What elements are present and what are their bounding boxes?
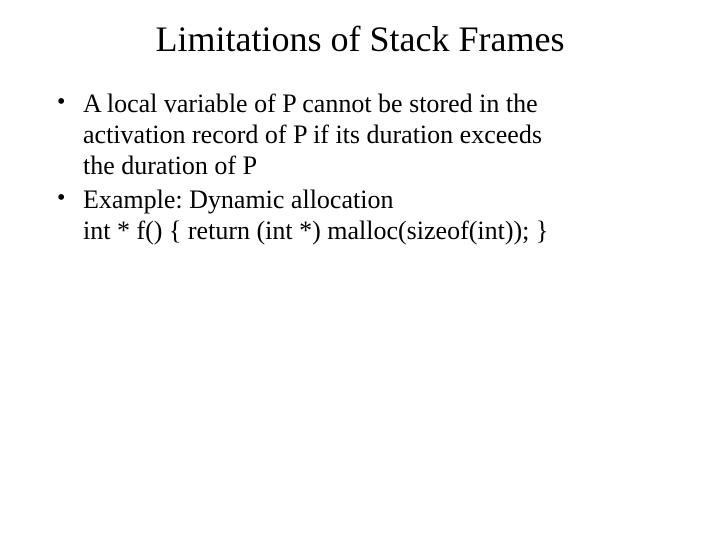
bullet-line: A local variable of P cannot be stored i… bbox=[83, 88, 675, 119]
bullet-line: activation record of P if its duration e… bbox=[83, 119, 675, 150]
bullet-item: A local variable of P cannot be stored i… bbox=[53, 88, 675, 182]
slide-title: Limitations of Stack Frames bbox=[85, 18, 635, 60]
bullet-line: the duration of P bbox=[83, 150, 675, 181]
bullet-line: int * f() { return (int *) malloc(sizeof… bbox=[83, 215, 675, 246]
bullet-list: A local variable of P cannot be stored i… bbox=[45, 88, 675, 246]
bullet-item: Example: Dynamic allocation int * f() { … bbox=[53, 184, 675, 246]
bullet-line: Example: Dynamic allocation bbox=[83, 184, 675, 215]
